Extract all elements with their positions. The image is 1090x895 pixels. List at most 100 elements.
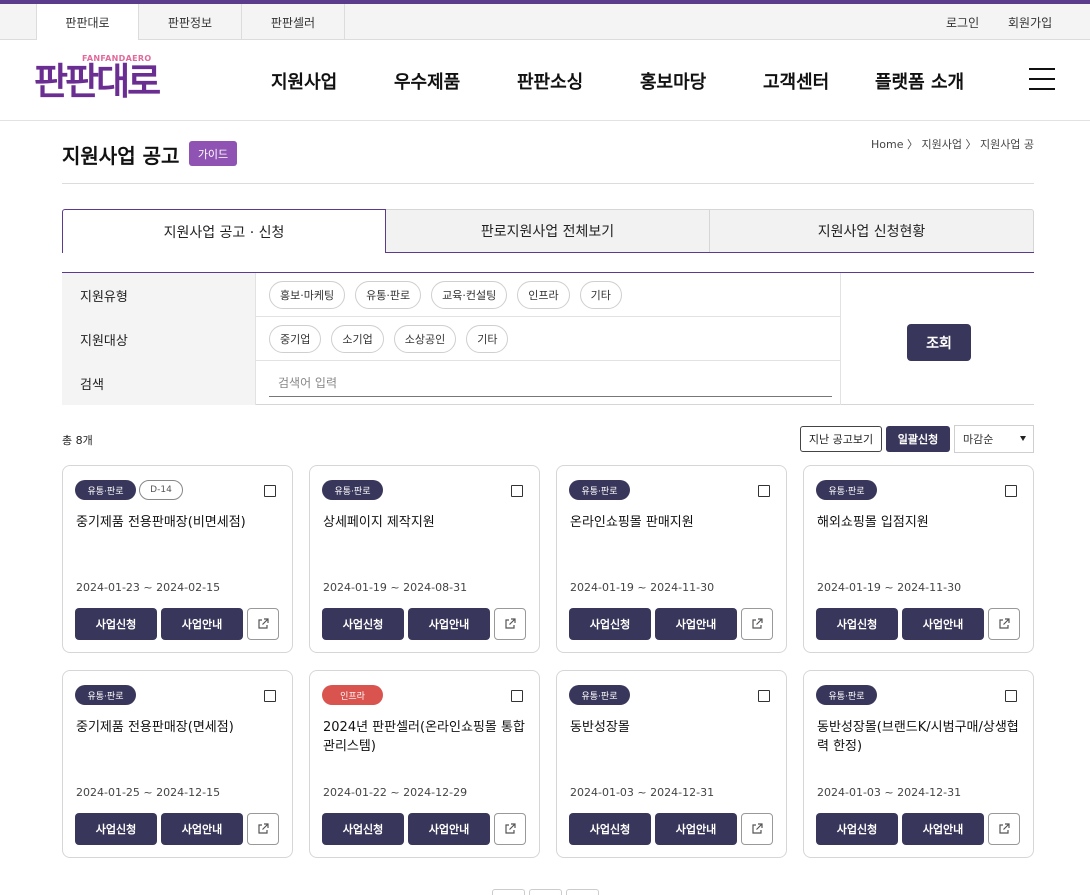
info-button[interactable]: 사업안내 [655,813,737,845]
external-link-button[interactable] [247,813,279,845]
chip-type-etc[interactable]: 기타 [579,281,622,309]
card-checkbox[interactable] [264,485,276,497]
signup-link[interactable]: 회원가입 [1008,4,1052,40]
past-notices-button[interactable]: 지난 공고보기 [800,426,882,452]
gnb-customer-center[interactable]: 고객센터 [763,40,829,121]
target-chip-group: 중기업 소기업 소상공인 기타 [269,317,509,361]
card-checkbox[interactable] [511,690,523,702]
title-divider [62,183,1034,184]
external-link-button[interactable] [247,608,279,640]
external-link-icon [258,618,269,629]
card-checkbox[interactable] [511,485,523,497]
card-period: 2024-01-22 ~ 2024-12-29 [323,786,468,799]
program-card: 유통·판로 동반성장몰(브랜드K/시범구매/상생협력 한정) 2024-01-0… [803,670,1034,858]
apply-button[interactable]: 사업신청 [816,608,898,640]
pagination-button[interactable] [566,889,599,895]
caret-down-icon [1020,436,1026,441]
site-tab-panpan-seller[interactable]: 판판셀러 [242,4,345,40]
type-chip-group: 홍보·마케팅 유통·판로 교육·컨설팅 인프라 기타 [269,273,622,317]
chip-target-etc[interactable]: 기타 [466,325,509,353]
card-period: 2024-01-19 ~ 2024-11-30 [570,581,715,594]
card-checkbox[interactable] [264,690,276,702]
apply-button[interactable]: 사업신청 [569,608,651,640]
card-title[interactable]: 2024년 판판셀러(온라인쇼핑몰 통합관리스템) [323,718,528,756]
card-checkbox[interactable] [758,690,770,702]
sort-select[interactable]: 마감순 [954,425,1034,453]
card-title[interactable]: 상세페이지 제작지원 [323,513,528,532]
external-link-icon [999,618,1010,629]
guide-button[interactable]: 가이드 [189,141,237,166]
bulk-apply-button[interactable]: 일괄신청 [886,426,950,452]
external-link-icon [505,618,516,629]
gnb-promotion[interactable]: 홍보마당 [640,40,706,121]
gnb-sourcing[interactable]: 판판소싱 [517,40,583,121]
info-button[interactable]: 사업안내 [161,608,243,640]
sort-selected-value: 마감순 [963,433,994,446]
login-link[interactable]: 로그인 [946,4,979,40]
card-title[interactable]: 해외쇼핑몰 입점지원 [817,513,1022,532]
pagination-button[interactable] [529,889,562,895]
chip-type-consulting[interactable]: 교육·컨설팅 [431,281,508,309]
external-link-button[interactable] [494,813,526,845]
apply-button[interactable]: 사업신청 [569,813,651,845]
card-title[interactable]: 중기제품 전용판매장(면세점) [76,718,281,737]
search-button[interactable]: 조회 [907,324,971,361]
tab-all-programs[interactable]: 판로지원사업 전체보기 [386,209,710,253]
filter-label-type: 지원유형 [62,273,256,317]
filter-label-target: 지원대상 [62,317,256,361]
search-input[interactable] [269,369,832,397]
card-period: 2024-01-19 ~ 2024-11-30 [817,581,962,594]
tab-notice-apply[interactable]: 지원사업 공고 · 신청 [62,209,386,253]
total-count: 총 8개 [62,434,93,447]
chip-target-micro[interactable]: 소상공인 [393,325,457,353]
external-link-button[interactable] [741,608,773,640]
apply-button[interactable]: 사업신청 [816,813,898,845]
chip-type-infra[interactable]: 인프라 [517,281,570,309]
chip-target-small[interactable]: 소기업 [331,325,384,353]
program-card: 유통·판로 D-14 중기제품 전용판매장(비면세점) 2024-01-23 ~… [62,465,293,653]
card-checkbox[interactable] [758,485,770,497]
card-period: 2024-01-03 ~ 2024-12-31 [570,786,715,799]
card-checkbox[interactable] [1005,485,1017,497]
site-tab-panpan-info[interactable]: 판판정보 [139,4,242,40]
external-link-button[interactable] [988,608,1020,640]
chip-type-distribution[interactable]: 유통·판로 [355,281,422,309]
site-logo[interactable]: FANFANDAERO 판판대로 [34,52,194,108]
info-button[interactable]: 사업안내 [655,608,737,640]
info-button[interactable]: 사업안내 [408,608,490,640]
pagination [492,889,604,895]
gnb-support-projects[interactable]: 지원사업 [271,40,337,121]
breadcrumb: Home 〉 지원사업 〉 지원사업 공고 [871,138,1034,150]
external-link-button[interactable] [988,813,1020,845]
external-link-button[interactable] [741,813,773,845]
hamburger-menu-icon[interactable] [1029,68,1055,90]
apply-button[interactable]: 사업신청 [322,608,404,640]
chip-target-medium[interactable]: 중기업 [269,325,322,353]
category-badge: 인프라 [322,685,383,705]
info-button[interactable]: 사업안내 [902,813,984,845]
category-badge: 유통·판로 [816,480,877,500]
card-title[interactable]: 동반성장몰 [570,718,775,737]
card-title[interactable]: 온라인쇼핑몰 판매지원 [570,513,775,532]
tab-underline [386,252,1034,253]
card-checkbox[interactable] [1005,690,1017,702]
card-title[interactable]: 동반성장몰(브랜드K/시범구매/상생협력 한정) [817,718,1022,756]
external-link-icon [999,823,1010,834]
external-link-button[interactable] [494,608,526,640]
external-link-icon [752,618,763,629]
tab-application-status[interactable]: 지원사업 신청현황 [710,209,1034,253]
pagination-button[interactable] [492,889,525,895]
chip-type-marketing[interactable]: 홍보·마케팅 [269,281,346,309]
apply-button[interactable]: 사업신청 [322,813,404,845]
apply-button[interactable]: 사업신청 [75,608,157,640]
gnb-excellent-products[interactable]: 우수제품 [394,40,460,121]
program-card: 유통·판로 상세페이지 제작지원 2024-01-19 ~ 2024-08-31… [309,465,540,653]
card-title[interactable]: 중기제품 전용판매장(비면세점) [76,513,281,532]
gnb-platform-intro[interactable]: 플랫폼 소개 [875,40,964,121]
info-button[interactable]: 사업안내 [902,608,984,640]
info-button[interactable]: 사업안내 [161,813,243,845]
info-button[interactable]: 사업안내 [408,813,490,845]
apply-button[interactable]: 사업신청 [75,813,157,845]
category-badge: 유통·판로 [75,685,136,705]
site-tab-panpandaero[interactable]: 판판대로 [36,4,139,41]
